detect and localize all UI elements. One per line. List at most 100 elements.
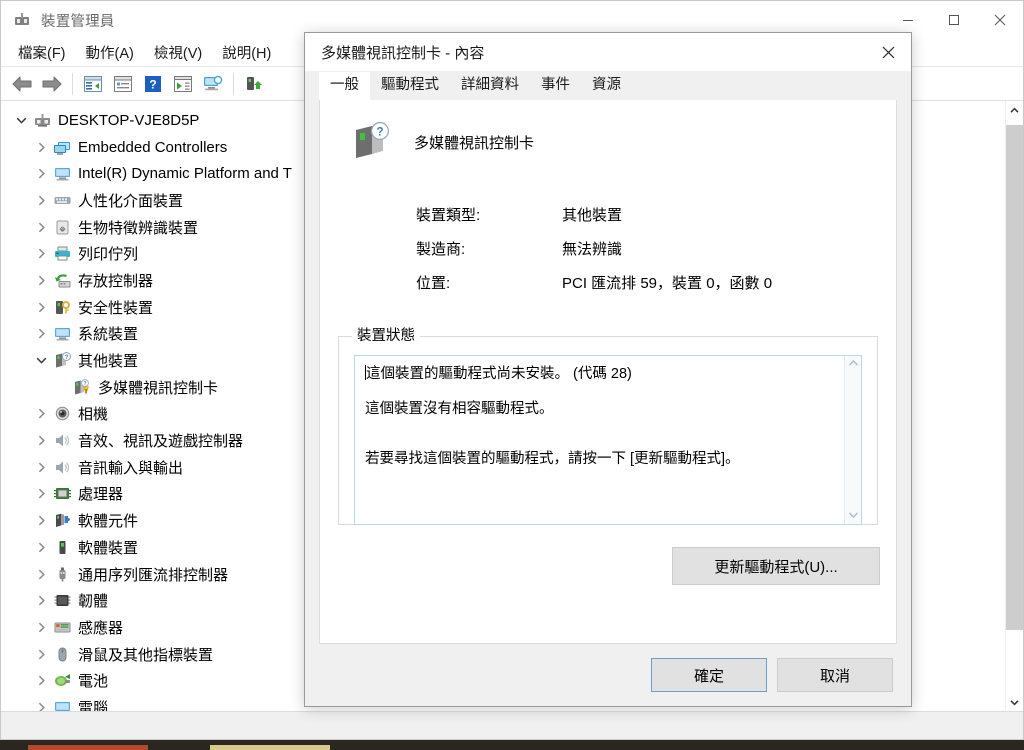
scroll-down-arrow-icon[interactable] — [1006, 693, 1023, 711]
dialog-title: 多媒體視訊控制卡 - 內容 — [321, 44, 485, 62]
chevron-right-icon[interactable] — [31, 675, 51, 686]
scroll-up-arrow-icon[interactable] — [1006, 101, 1023, 119]
system-device-icon — [51, 165, 73, 182]
tree-scrollbar[interactable] — [1005, 101, 1023, 711]
computer-icon — [31, 112, 53, 129]
dialog-page-general: ? 多媒體視訊控制卡 裝置類型: 其他裝置 製造商: 無法辨識 位置: PCI … — [319, 100, 897, 644]
chevron-right-icon[interactable] — [31, 142, 51, 153]
tree-item-label: 其他裝置 — [78, 353, 139, 371]
tree-item-label: 音效、視訊及遊戲控制器 — [78, 433, 244, 451]
tree-item-label: 多媒體視訊控制卡 — [98, 379, 219, 397]
printer-icon — [51, 245, 73, 262]
dialog-close-button[interactable] — [865, 33, 911, 71]
tree-item-label: 電池 — [78, 673, 109, 691]
status-scroll-up-icon[interactable] — [848, 359, 859, 369]
tab-driver[interactable]: 驅動程式 — [370, 72, 450, 100]
svg-text:?: ? — [149, 77, 156, 91]
update-driver-button[interactable]: 更新驅動程式(U)... — [672, 547, 880, 585]
system-device-icon — [51, 325, 73, 342]
status-scroll-down-icon[interactable] — [848, 511, 859, 521]
info-row-manufacturer: 製造商: 無法辨識 — [416, 231, 896, 265]
chevron-right-icon[interactable] — [31, 649, 51, 660]
security-device-icon — [51, 299, 73, 316]
ok-button[interactable]: 確定 — [651, 658, 767, 692]
tree-item-label: 音訊輸入與輸出 — [78, 459, 184, 477]
chevron-right-icon[interactable] — [31, 542, 51, 553]
dialog-footer: 確定 取消 — [305, 644, 911, 706]
tree-item-label: 軟體元件 — [78, 513, 139, 531]
tree-item-label: 存放控制器 — [78, 272, 154, 290]
menu-item-view[interactable]: 檢視(V) — [145, 39, 211, 66]
menu-item-action[interactable]: 動作(A) — [77, 39, 143, 66]
chevron-right-icon[interactable] — [31, 222, 51, 233]
chevron-right-icon[interactable] — [31, 248, 51, 259]
chevron-right-icon[interactable] — [31, 595, 51, 606]
chevron-right-icon[interactable] — [31, 195, 51, 206]
tree-item-label: 處理器 — [78, 486, 124, 504]
chevron-right-icon[interactable] — [31, 435, 51, 446]
menu-item-help[interactable]: 說明(H) — [213, 39, 280, 66]
tab-details[interactable]: 詳細資料 — [450, 72, 530, 100]
chevron-right-icon[interactable] — [31, 622, 51, 633]
info-key: 製造商: — [416, 240, 466, 258]
chevron-right-icon[interactable] — [31, 408, 51, 419]
update-driver-row: 更新驅動程式(U)... — [320, 541, 896, 585]
tree-item-label: DESKTOP-VJE8D5P — [58, 111, 200, 129]
taskbar-item-a[interactable] — [28, 745, 148, 750]
group-legend: 裝置狀態 — [352, 327, 420, 345]
cancel-button[interactable]: 取消 — [777, 658, 893, 692]
chevron-right-icon[interactable] — [31, 569, 51, 580]
taskbar-item-b[interactable] — [210, 745, 330, 750]
help-icon[interactable]: ? — [138, 70, 168, 98]
status-scrollbar[interactable] — [844, 356, 861, 524]
properties-icon[interactable] — [108, 70, 138, 98]
sensor-icon — [51, 619, 73, 636]
update-driver-icon[interactable] — [168, 70, 198, 98]
device-status-text: 這個裝置的驅動程式尚未安裝。 (代碼 28) 這個裝置沒有相容驅動程式。 若要尋… — [355, 356, 844, 524]
info-value: PCI 匯流排 59，裝置 0，函數 0 — [562, 274, 773, 292]
chevron-right-icon[interactable] — [31, 168, 51, 179]
dialog-titlebar: 多媒體視訊控制卡 - 內容 — [305, 33, 911, 71]
enable-device-icon[interactable] — [239, 70, 269, 98]
chevron-down-icon[interactable] — [31, 356, 51, 365]
console-tree-icon[interactable] — [78, 70, 108, 98]
chevron-right-icon[interactable] — [31, 302, 51, 313]
info-row-location: 位置: PCI 匯流排 59，裝置 0，函數 0 — [416, 265, 896, 299]
camera-icon — [51, 405, 73, 422]
device-name: 多媒體視訊控制卡 — [414, 135, 535, 152]
tab-events[interactable]: 事件 — [530, 72, 581, 100]
taskbar[interactable] — [0, 740, 1024, 750]
chevron-right-icon[interactable] — [31, 275, 51, 286]
scan-hardware-icon[interactable] — [198, 70, 228, 98]
tree-item-label: 系統裝置 — [78, 326, 139, 344]
chevron-right-icon[interactable] — [31, 488, 51, 499]
chevron-right-icon[interactable] — [31, 702, 51, 711]
speaker-icon — [51, 432, 73, 449]
maximize-button[interactable] — [931, 1, 977, 39]
tab-general[interactable]: 一般 — [319, 72, 370, 100]
status-bar — [1, 711, 1023, 739]
back-arrow-icon[interactable] — [7, 70, 37, 98]
close-button[interactable] — [977, 1, 1023, 39]
tree-item-label: Embedded Controllers — [78, 138, 228, 156]
chevron-right-icon[interactable] — [31, 462, 51, 473]
tree-scrollbar-track[interactable] — [1006, 119, 1023, 693]
device-header: ? 多媒體視訊控制卡 — [320, 100, 896, 167]
info-value: 其他裝置 — [562, 206, 623, 224]
status-line-2: 這個裝置沒有相容驅動程式。 — [365, 400, 554, 417]
tab-resources[interactable]: 資源 — [581, 72, 632, 100]
tree-scrollbar-thumb[interactable] — [1006, 125, 1023, 630]
device-status-textbox[interactable]: 這個裝置的驅動程式尚未安裝。 (代碼 28) 這個裝置沒有相容驅動程式。 若要尋… — [354, 355, 862, 525]
chevron-right-icon[interactable] — [31, 515, 51, 526]
software-component-icon — [51, 512, 73, 529]
tree-item-label: 人性化介面裝置 — [78, 192, 184, 210]
properties-dialog: 多媒體視訊控制卡 - 內容 一般 驅動程式 詳細資料 事件 資源 ? 多媒體視訊… — [304, 32, 912, 707]
chevron-down-icon[interactable] — [11, 116, 31, 125]
tree-item-label: 安全性裝置 — [78, 299, 154, 317]
info-value: 無法辨識 — [562, 240, 623, 258]
forward-arrow-icon[interactable] — [37, 70, 67, 98]
chevron-right-icon[interactable] — [31, 328, 51, 339]
screen: 裝置管理員 檔案(F) 動作(A) 檢視(V) 說明(H) ? DESKTOP-… — [0, 0, 1024, 750]
menu-item-file[interactable]: 檔案(F) — [9, 39, 75, 66]
firmware-icon — [51, 592, 73, 609]
